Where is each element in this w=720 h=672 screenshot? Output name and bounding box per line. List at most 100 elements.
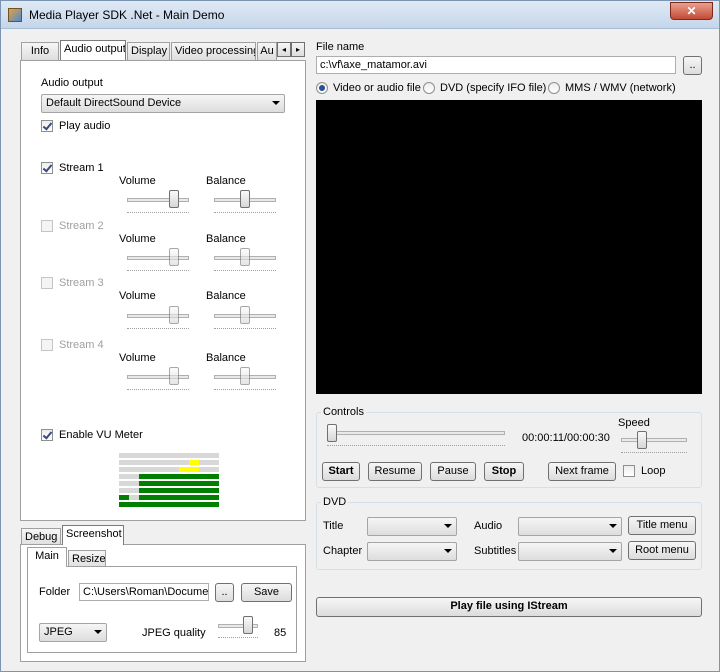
vu-meter-cell bbox=[209, 467, 219, 472]
tab-info[interactable]: Info bbox=[21, 42, 59, 60]
tab-screenshot[interactable]: Screenshot bbox=[62, 525, 124, 545]
controls-group-label: Controls bbox=[321, 406, 366, 418]
vu-meter-cell bbox=[209, 481, 219, 486]
stop-button[interactable]: Stop bbox=[484, 462, 524, 481]
vu-meter-cell bbox=[129, 474, 139, 479]
title-menu-button[interactable]: Title menu bbox=[628, 516, 696, 535]
time-display: 00:00:11/00:00:30 bbox=[522, 432, 610, 444]
video-display[interactable] bbox=[316, 100, 702, 394]
start-button[interactable]: Start bbox=[322, 462, 360, 481]
speed-slider[interactable] bbox=[637, 431, 647, 449]
vu-meter-cell bbox=[209, 502, 219, 507]
stream-4-balance-slider[interactable] bbox=[240, 367, 250, 385]
close-button[interactable]: ✕ bbox=[670, 2, 713, 20]
tab-audio-truncated[interactable]: Au bbox=[257, 42, 277, 60]
vu-meter-cell bbox=[189, 467, 199, 472]
vu-meter-cell bbox=[119, 488, 129, 493]
folder-input[interactable]: C:\Users\Roman\Documents bbox=[79, 583, 209, 601]
tab-scroll-right-button[interactable]: ▸ bbox=[291, 42, 305, 57]
dvd-chapter-label: Chapter bbox=[323, 545, 363, 557]
vu-meter-cell bbox=[119, 453, 129, 458]
vu-meter-cell bbox=[189, 474, 199, 479]
stream-1-volume-slider[interactable] bbox=[169, 190, 179, 208]
vu-meter-cell bbox=[129, 495, 139, 500]
stream-1-balance-ticks bbox=[214, 212, 276, 214]
vu-meter-cell bbox=[149, 460, 159, 465]
dvd-title-select[interactable] bbox=[367, 517, 457, 536]
dvd-group-label: DVD bbox=[321, 496, 349, 508]
position-slider[interactable] bbox=[327, 424, 337, 442]
vu-meter-cell bbox=[119, 474, 129, 479]
position-track bbox=[327, 431, 505, 435]
source-file-radio[interactable] bbox=[316, 82, 328, 94]
tab-display[interactable]: Display bbox=[127, 42, 170, 60]
file-name-label: File name bbox=[316, 41, 365, 53]
source-network-label: MMS / WMV (network) bbox=[565, 82, 676, 94]
tab-screenshot-main[interactable]: Main bbox=[27, 547, 67, 567]
stream-2-checkbox[interactable] bbox=[41, 220, 53, 232]
tab-audio-output[interactable]: Audio output bbox=[60, 40, 126, 60]
dvd-audio-select[interactable] bbox=[518, 517, 622, 536]
vu-meter-cell bbox=[199, 495, 209, 500]
root-menu-button[interactable]: Root menu bbox=[628, 541, 696, 560]
screenshot-main-page: Folder C:\Users\Roman\Documents .. Save … bbox=[27, 566, 297, 653]
position-ticks bbox=[327, 445, 505, 447]
vu-meter-cell bbox=[139, 488, 149, 493]
tab-scroll-left-button[interactable]: ◂ bbox=[277, 42, 291, 57]
play-istream-button[interactable]: Play file using IStream bbox=[316, 597, 702, 617]
stream-4-volume-ticks bbox=[127, 389, 189, 391]
vu-meter-cell bbox=[159, 502, 169, 507]
vu-meter-cell bbox=[119, 467, 129, 472]
file-browse-button[interactable]: .. bbox=[683, 56, 702, 75]
dvd-subtitles-label: Subtitles bbox=[474, 545, 517, 557]
stream-3-label: Stream 3 bbox=[59, 277, 104, 289]
vu-meter-cell bbox=[179, 467, 189, 472]
next-frame-button[interactable]: Next frame bbox=[548, 462, 616, 481]
dvd-audio-label: Audio bbox=[474, 520, 503, 532]
dvd-chapter-select[interactable] bbox=[367, 542, 457, 561]
jpeg-quality-slider[interactable] bbox=[243, 616, 253, 634]
chevron-down-icon bbox=[444, 524, 452, 528]
jpeg-quality-label: JPEG quality bbox=[142, 627, 206, 639]
image-format-select[interactable]: JPEG bbox=[39, 623, 107, 642]
stream-1-volume-label: Volume bbox=[119, 175, 156, 187]
stream-4-balance-ticks bbox=[214, 389, 276, 391]
source-dvd-radio[interactable] bbox=[423, 82, 435, 94]
vu-meter-cell bbox=[149, 481, 159, 486]
loop-checkbox[interactable] bbox=[623, 465, 635, 477]
audio-device-select[interactable]: Default DirectSound Device bbox=[41, 94, 285, 113]
stream-2-volume-slider[interactable] bbox=[169, 248, 179, 266]
source-network-radio[interactable] bbox=[548, 82, 560, 94]
dvd-subtitles-select[interactable] bbox=[518, 542, 622, 561]
vu-meter-checkbox[interactable] bbox=[41, 429, 53, 441]
save-screenshot-button[interactable]: Save bbox=[241, 583, 292, 602]
chevron-down-icon bbox=[609, 524, 617, 528]
file-name-input[interactable]: c:\vf\axe_matamor.avi bbox=[316, 56, 676, 74]
vu-meter-cell bbox=[209, 474, 219, 479]
vu-meter-cell bbox=[139, 481, 149, 486]
pause-button[interactable]: Pause bbox=[430, 462, 476, 481]
stream-3-balance-slider[interactable] bbox=[240, 306, 250, 324]
chevron-down-icon bbox=[272, 101, 280, 105]
stream-1-checkbox[interactable] bbox=[41, 162, 53, 174]
stream-3-balance-label: Balance bbox=[206, 290, 246, 302]
vu-meter-cell bbox=[119, 460, 129, 465]
stream-3-volume-track bbox=[127, 314, 189, 318]
stream-3-volume-slider[interactable] bbox=[169, 306, 179, 324]
folder-browse-button[interactable]: .. bbox=[215, 583, 234, 602]
stream-4-volume-track bbox=[127, 375, 189, 379]
stream-3-checkbox[interactable] bbox=[41, 277, 53, 289]
tab-video-processing[interactable]: Video processing bbox=[171, 42, 256, 60]
stream-2-balance-slider[interactable] bbox=[240, 248, 250, 266]
stream-1-balance-slider[interactable] bbox=[240, 190, 250, 208]
speed-ticks bbox=[621, 452, 687, 454]
vu-meter-cell bbox=[179, 502, 189, 507]
stream-4-checkbox[interactable] bbox=[41, 339, 53, 351]
stream-4-volume-slider[interactable] bbox=[169, 367, 179, 385]
stream-1-volume-ticks bbox=[127, 212, 189, 214]
vu-meter-cell bbox=[149, 453, 159, 458]
play-audio-checkbox[interactable] bbox=[41, 120, 53, 132]
vu-meter-cell bbox=[139, 474, 149, 479]
vu-meter-cell bbox=[149, 502, 159, 507]
resume-button[interactable]: Resume bbox=[368, 462, 422, 481]
